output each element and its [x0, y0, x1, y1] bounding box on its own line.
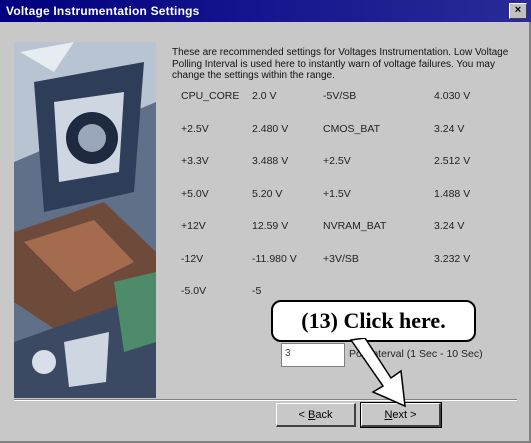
voltage-value-2: 3.232 V — [434, 252, 471, 265]
voltage-value: -11.980 V — [252, 252, 297, 265]
illustration-graphic — [14, 42, 156, 398]
back-prefix: < — [298, 409, 308, 421]
title-bar: Voltage Instrumentation Settings × — [0, 0, 531, 22]
voltage-name-2: -5V/SB — [323, 90, 357, 102]
callout-arrow-icon — [349, 338, 406, 408]
voltage-value: 2.0 V — [252, 90, 277, 102]
voltage-name-2: +2.5V — [323, 155, 351, 167]
separator — [14, 399, 517, 401]
voltage-value-2: 2.512 V — [434, 155, 471, 167]
voltage-name: +12V — [181, 220, 206, 232]
back-button[interactable]: < Back — [276, 403, 356, 427]
intro-text: These are recommended settings for Volta… — [172, 47, 509, 81]
voltage-name-2: NVRAM_BAT — [323, 220, 387, 232]
voltage-name: -12V — [181, 252, 204, 265]
voltage-name: CPU_CORE — [181, 90, 240, 102]
voltage-value: 2.480 V — [252, 122, 289, 135]
voltage-value-2: 4.030 V — [434, 90, 471, 102]
voltage-value-2: 3.24 V — [434, 122, 465, 135]
voltage-name-2: +3V/SB — [323, 252, 359, 265]
voltage-name: -5.0V — [181, 285, 207, 297]
voltage-value-2: 3.24 V — [434, 220, 465, 232]
voltage-value: 5.20 V — [252, 187, 283, 200]
voltage-value: 12.59 V — [252, 220, 289, 232]
voltage-value: -5 — [252, 285, 262, 297]
voltage-name: +5.0V — [181, 187, 209, 200]
wizard-illustration — [14, 42, 156, 398]
next-rest: ext > — [392, 409, 417, 421]
poll-interval-input[interactable]: 3 — [281, 343, 345, 367]
close-button[interactable]: × — [509, 3, 527, 19]
voltage-name-2: +1.5V — [323, 187, 351, 200]
window-title: Voltage Instrumentation Settings — [6, 4, 200, 18]
voltage-name: +2.5V — [181, 122, 209, 135]
voltage-value-2: 1.488 V — [434, 187, 471, 200]
voltage-settings-dialog: Voltage Instrumentation Settings × These… — [0, 0, 531, 443]
voltage-name: +3.3V — [181, 155, 209, 167]
voltage-value: 3.488 V — [252, 155, 289, 167]
callout-annotation: (13) Click here. — [271, 300, 476, 342]
voltage-name-2: CMOS_BAT — [323, 122, 380, 135]
back-rest: ack — [315, 409, 333, 421]
